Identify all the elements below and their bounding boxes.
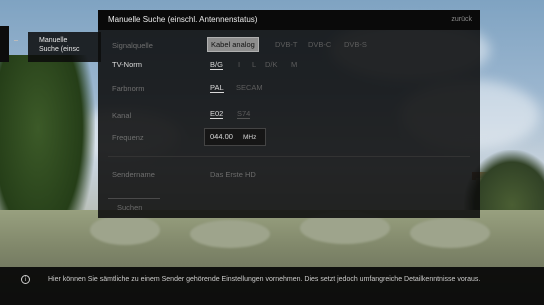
olive-tree bbox=[190, 220, 270, 248]
olive-tree bbox=[90, 215, 160, 245]
tv-norm-option-m[interactable]: M bbox=[291, 60, 297, 69]
tv-norm-option-l[interactable]: L bbox=[252, 60, 256, 69]
olive-tree bbox=[410, 218, 490, 248]
tv-norm-option-i[interactable]: I bbox=[238, 60, 240, 69]
signal-source-label: Signalquelle bbox=[112, 41, 153, 50]
tv-norm-option-bg[interactable]: B/G bbox=[210, 60, 223, 70]
info-text: Hier können Sie sämtliche zu einem Sende… bbox=[48, 276, 481, 283]
divider bbox=[108, 198, 160, 199]
info-bar: i Hier können Sie sämtliche zu einem Sen… bbox=[0, 267, 544, 305]
manual-search-dialog: Manuelle Suche (einschl. Antennenstatus)… bbox=[98, 10, 480, 218]
search-button[interactable]: Suchen bbox=[110, 201, 157, 215]
signal-option-dvb-s[interactable]: DVB-S bbox=[344, 40, 367, 49]
back-button[interactable]: zurück bbox=[451, 16, 472, 23]
side-menu-item-manual-search[interactable]: Manuelle Suche (einsc bbox=[28, 32, 101, 62]
side-item-label-line2: Suche (einsc bbox=[39, 46, 80, 53]
side-menu-edge bbox=[0, 26, 9, 62]
divider bbox=[108, 156, 470, 157]
channel-label: Kanal bbox=[112, 111, 132, 120]
signal-option-dvb-c[interactable]: DVB-C bbox=[308, 40, 331, 49]
info-icon: i bbox=[21, 275, 30, 284]
frequency-label: Frequenz bbox=[112, 133, 144, 142]
tv-norm-label: TV-Norm bbox=[112, 60, 142, 69]
color-norm-label: Farbnorm bbox=[112, 84, 145, 93]
signal-option-kabel-analog[interactable]: Kabel analog bbox=[207, 37, 259, 52]
frequency-value: 044.00 bbox=[210, 132, 233, 141]
side-item-label-line1: Manuelle bbox=[39, 37, 68, 44]
station-name-label: Sendername bbox=[112, 170, 155, 179]
station-name-value[interactable]: Das Erste HD bbox=[210, 170, 256, 179]
channel-option-e02[interactable]: E02 bbox=[210, 109, 224, 119]
channel-option-s74[interactable]: S74 bbox=[237, 109, 251, 119]
tv-norm-option-dk[interactable]: D/K bbox=[265, 60, 278, 69]
frequency-unit: MHz bbox=[243, 134, 257, 141]
side-menu-marker bbox=[14, 40, 18, 41]
signal-option-dvb-t[interactable]: DVB-T bbox=[275, 40, 298, 49]
color-norm-option-secam[interactable]: SECAM bbox=[236, 83, 263, 92]
dialog-title: Manuelle Suche (einschl. Antennenstatus) bbox=[108, 15, 258, 24]
color-norm-option-pal[interactable]: PAL bbox=[210, 83, 224, 93]
